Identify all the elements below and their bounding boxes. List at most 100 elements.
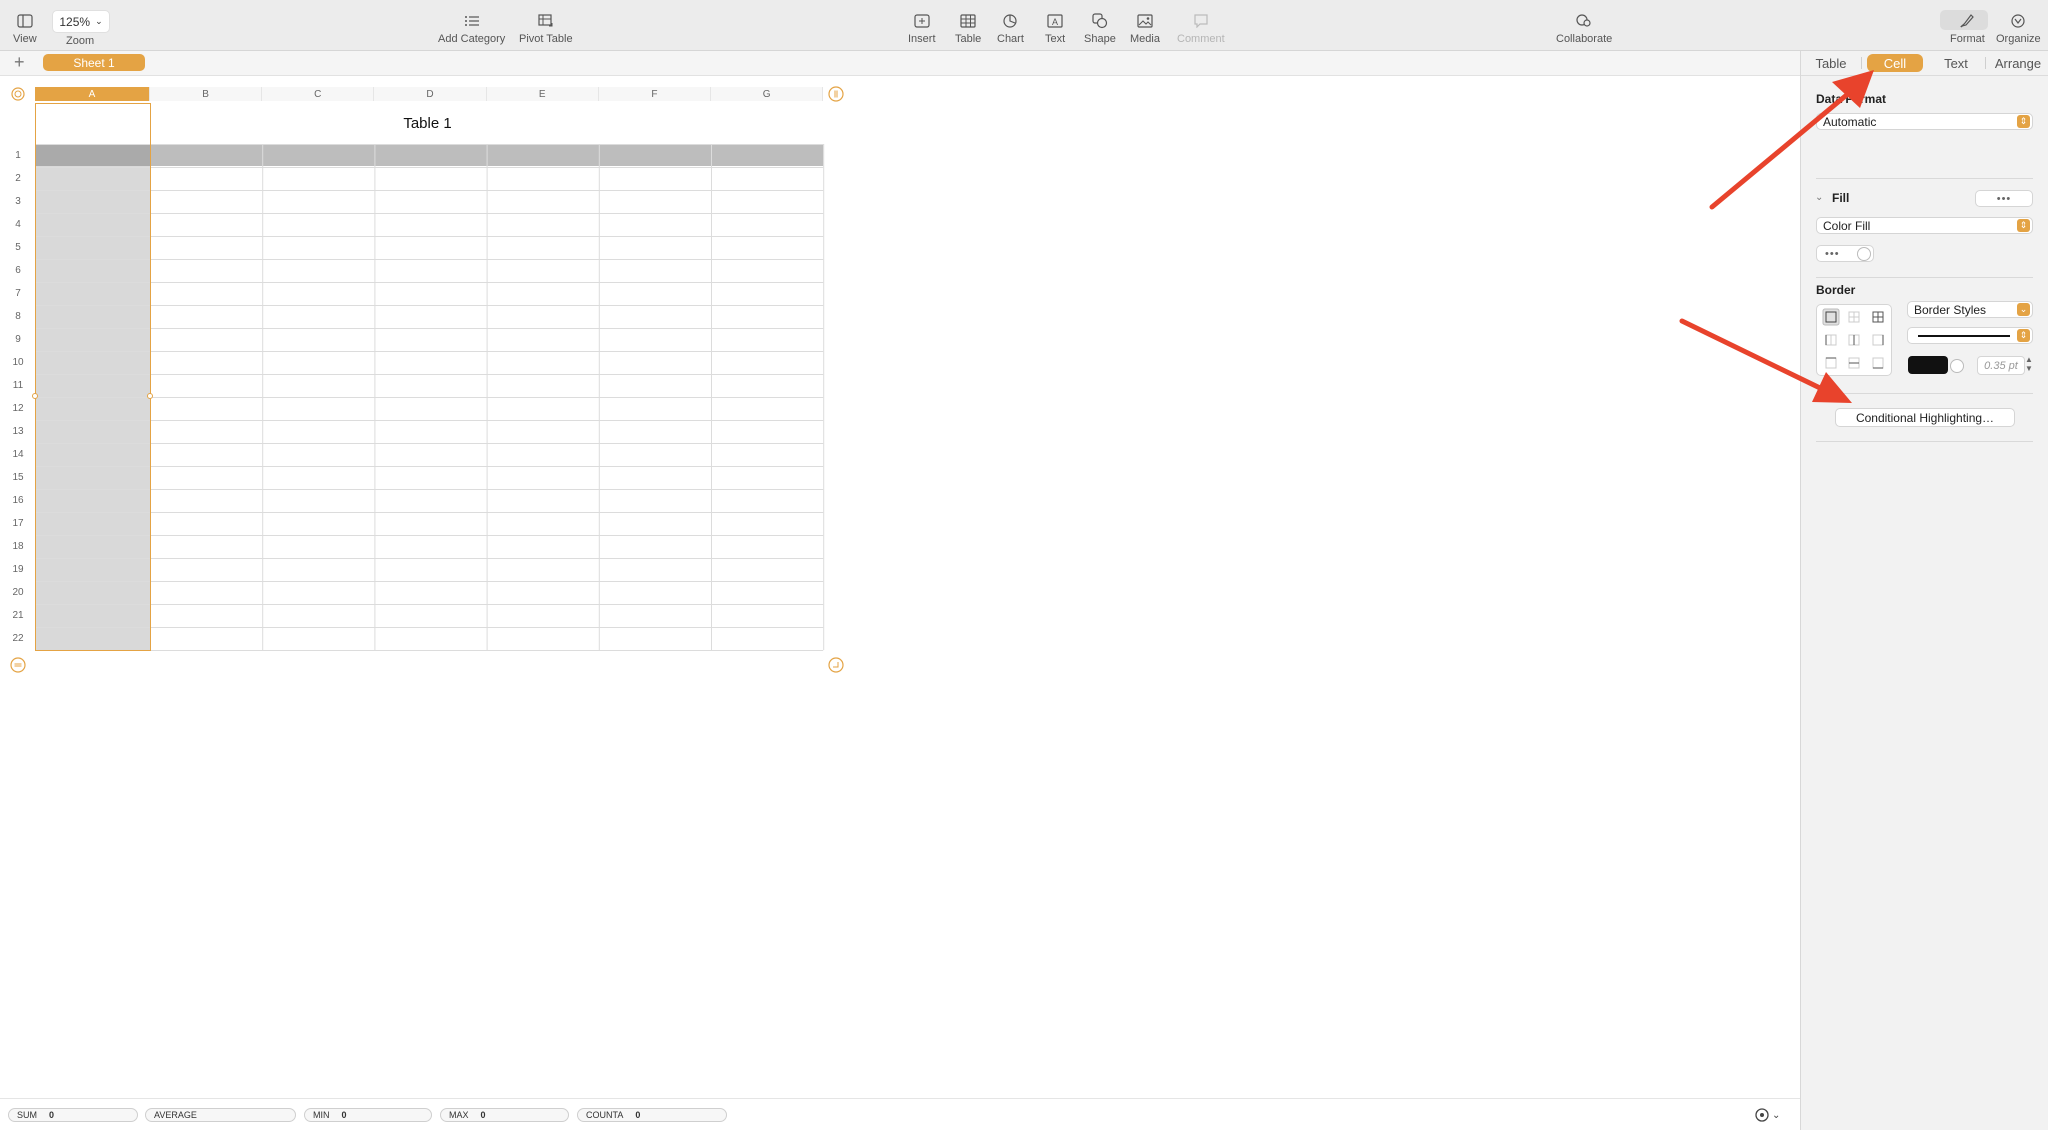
row-header-5[interactable]: 5: [8, 242, 28, 253]
status-bar: SUM 0 AVERAGE MIN 0 MAX 0 COUNTA 0 ⌄: [0, 1098, 1800, 1131]
row-header-13[interactable]: 13: [8, 426, 28, 437]
tab-cell[interactable]: Cell: [1867, 54, 1923, 72]
chevron-updown-icon: ⇕: [2017, 329, 2030, 342]
organize-button[interactable]: Organize: [1996, 10, 2041, 45]
row-header-20[interactable]: 20: [8, 587, 28, 598]
paintbrush-icon: [1959, 10, 1975, 32]
line-style-preview: [1918, 335, 2010, 337]
row-header-8[interactable]: 8: [8, 311, 28, 322]
row-header-14[interactable]: 14: [8, 449, 28, 460]
border-options-icon: [1822, 308, 1884, 369]
border-picker[interactable]: [1816, 304, 1892, 376]
resize-table-handle[interactable]: [828, 657, 844, 673]
border-line-style-popup[interactable]: ⇕: [1907, 327, 2033, 344]
status-settings-button[interactable]: ⌄: [1754, 1107, 1788, 1123]
fill-label: Fill: [1832, 191, 1850, 205]
collaborate-icon: [1575, 10, 1593, 32]
row-header-15[interactable]: 15: [8, 472, 28, 483]
tab-separator: [1861, 57, 1862, 69]
conditional-highlighting-button[interactable]: Conditional Highlighting…: [1835, 408, 2015, 427]
section-divider: [1816, 178, 2033, 179]
comment-button[interactable]: Comment: [1177, 10, 1225, 45]
border-label: Border: [1816, 283, 1856, 297]
data-format-label: Data Format: [1816, 92, 1887, 106]
border-width-field[interactable]: 0.35 pt: [1977, 356, 2025, 375]
min-stat[interactable]: MIN 0: [304, 1108, 432, 1122]
chevron-down-icon: ⌄: [2017, 303, 2030, 316]
organize-icon: [2010, 10, 2026, 32]
table-grid[interactable]: [0, 0, 860, 700]
row-header-12[interactable]: 12: [8, 403, 28, 414]
row-header-3[interactable]: 3: [8, 196, 28, 207]
row-header-19[interactable]: 19: [8, 564, 28, 575]
media-label: Media: [1130, 33, 1160, 45]
text-button[interactable]: A Text: [1045, 10, 1065, 45]
row-header-9[interactable]: 9: [8, 334, 28, 345]
color-wheel-icon[interactable]: [1950, 359, 1964, 373]
table-icon: [960, 10, 976, 32]
sum-stat[interactable]: SUM 0: [8, 1108, 138, 1122]
tab-table[interactable]: Table: [1807, 54, 1855, 72]
insert-button[interactable]: Insert: [908, 10, 936, 45]
text-label: Text: [1045, 33, 1066, 45]
tab-text[interactable]: Text: [1931, 54, 1981, 72]
chevron-updown-icon: ⇕: [2017, 115, 2030, 128]
row-header-22[interactable]: 22: [8, 633, 28, 644]
row-header-18[interactable]: 18: [8, 541, 28, 552]
disclosure-chevron-icon[interactable]: ⌄: [1815, 192, 1823, 203]
border-styles-popup[interactable]: Border Styles ⌄: [1907, 301, 2033, 318]
comment-label: Comment: [1177, 33, 1225, 45]
row-header-6[interactable]: 6: [8, 265, 28, 276]
shape-button[interactable]: Shape: [1084, 10, 1116, 45]
fill-options-button[interactable]: •••: [1975, 190, 2033, 207]
section-divider: [1816, 441, 2033, 442]
media-button[interactable]: Media: [1130, 10, 1160, 45]
row-header-7[interactable]: 7: [8, 288, 28, 299]
row-header-4[interactable]: 4: [8, 219, 28, 230]
sum-label: SUM: [17, 1110, 37, 1120]
color-wheel-icon[interactable]: [1857, 247, 1871, 261]
data-format-popup[interactable]: Automatic ⇕: [1816, 113, 2033, 130]
image-icon: [1137, 10, 1153, 32]
selected-column-fill: [35, 166, 150, 650]
row-header-1[interactable]: 1: [8, 150, 28, 161]
selected-column-header-cell: [35, 144, 150, 166]
selection-handle: [32, 393, 38, 399]
tab-arrange[interactable]: Arrange: [1989, 54, 2047, 72]
stepper-icon[interactable]: ▲ ▼: [2025, 355, 2033, 373]
comment-icon: [1193, 10, 1209, 32]
format-button[interactable]: Format: [1950, 10, 1985, 45]
row-header-2[interactable]: 2: [8, 173, 28, 184]
row-header-10[interactable]: 10: [8, 357, 28, 368]
border-color-well[interactable]: [1908, 356, 1948, 374]
collaborate-button[interactable]: Collaborate: [1556, 10, 1612, 45]
collaborate-label: Collaborate: [1556, 33, 1613, 45]
section-divider: [1816, 393, 2033, 394]
insert-icon: [914, 10, 930, 32]
inspector-tabs: Table Cell Text Arrange: [1801, 51, 2048, 76]
fill-type-popup[interactable]: Color Fill ⇕: [1816, 217, 2033, 234]
tab-separator: [1985, 57, 1986, 69]
row-header-11[interactable]: 11: [8, 380, 28, 391]
chevron-updown-icon: ⇕: [2017, 219, 2030, 232]
text-box-icon: A: [1047, 10, 1063, 32]
average-stat[interactable]: AVERAGE: [145, 1108, 296, 1122]
header-row: [35, 144, 824, 166]
row-header-17[interactable]: 17: [8, 518, 28, 529]
min-value: 0: [341, 1110, 347, 1120]
insert-label: Insert: [908, 33, 936, 45]
counta-stat[interactable]: COUNTA 0: [577, 1108, 727, 1122]
max-stat[interactable]: MAX 0: [440, 1108, 569, 1122]
chart-button[interactable]: Chart: [997, 10, 1024, 45]
chevron-down-icon: ⌄: [1772, 1109, 1781, 1121]
chart-icon: [1002, 10, 1018, 32]
row-header-21[interactable]: 21: [8, 610, 28, 621]
add-row-handle[interactable]: [10, 657, 26, 673]
max-label: MAX: [449, 1110, 469, 1120]
fill-type-value: Color Fill: [1823, 218, 1871, 233]
table-button[interactable]: Table: [955, 10, 981, 45]
svg-text:A: A: [1052, 17, 1058, 27]
data-format-value: Automatic: [1823, 114, 1877, 129]
row-header-16[interactable]: 16: [8, 495, 28, 506]
table-label: Table: [955, 33, 982, 45]
